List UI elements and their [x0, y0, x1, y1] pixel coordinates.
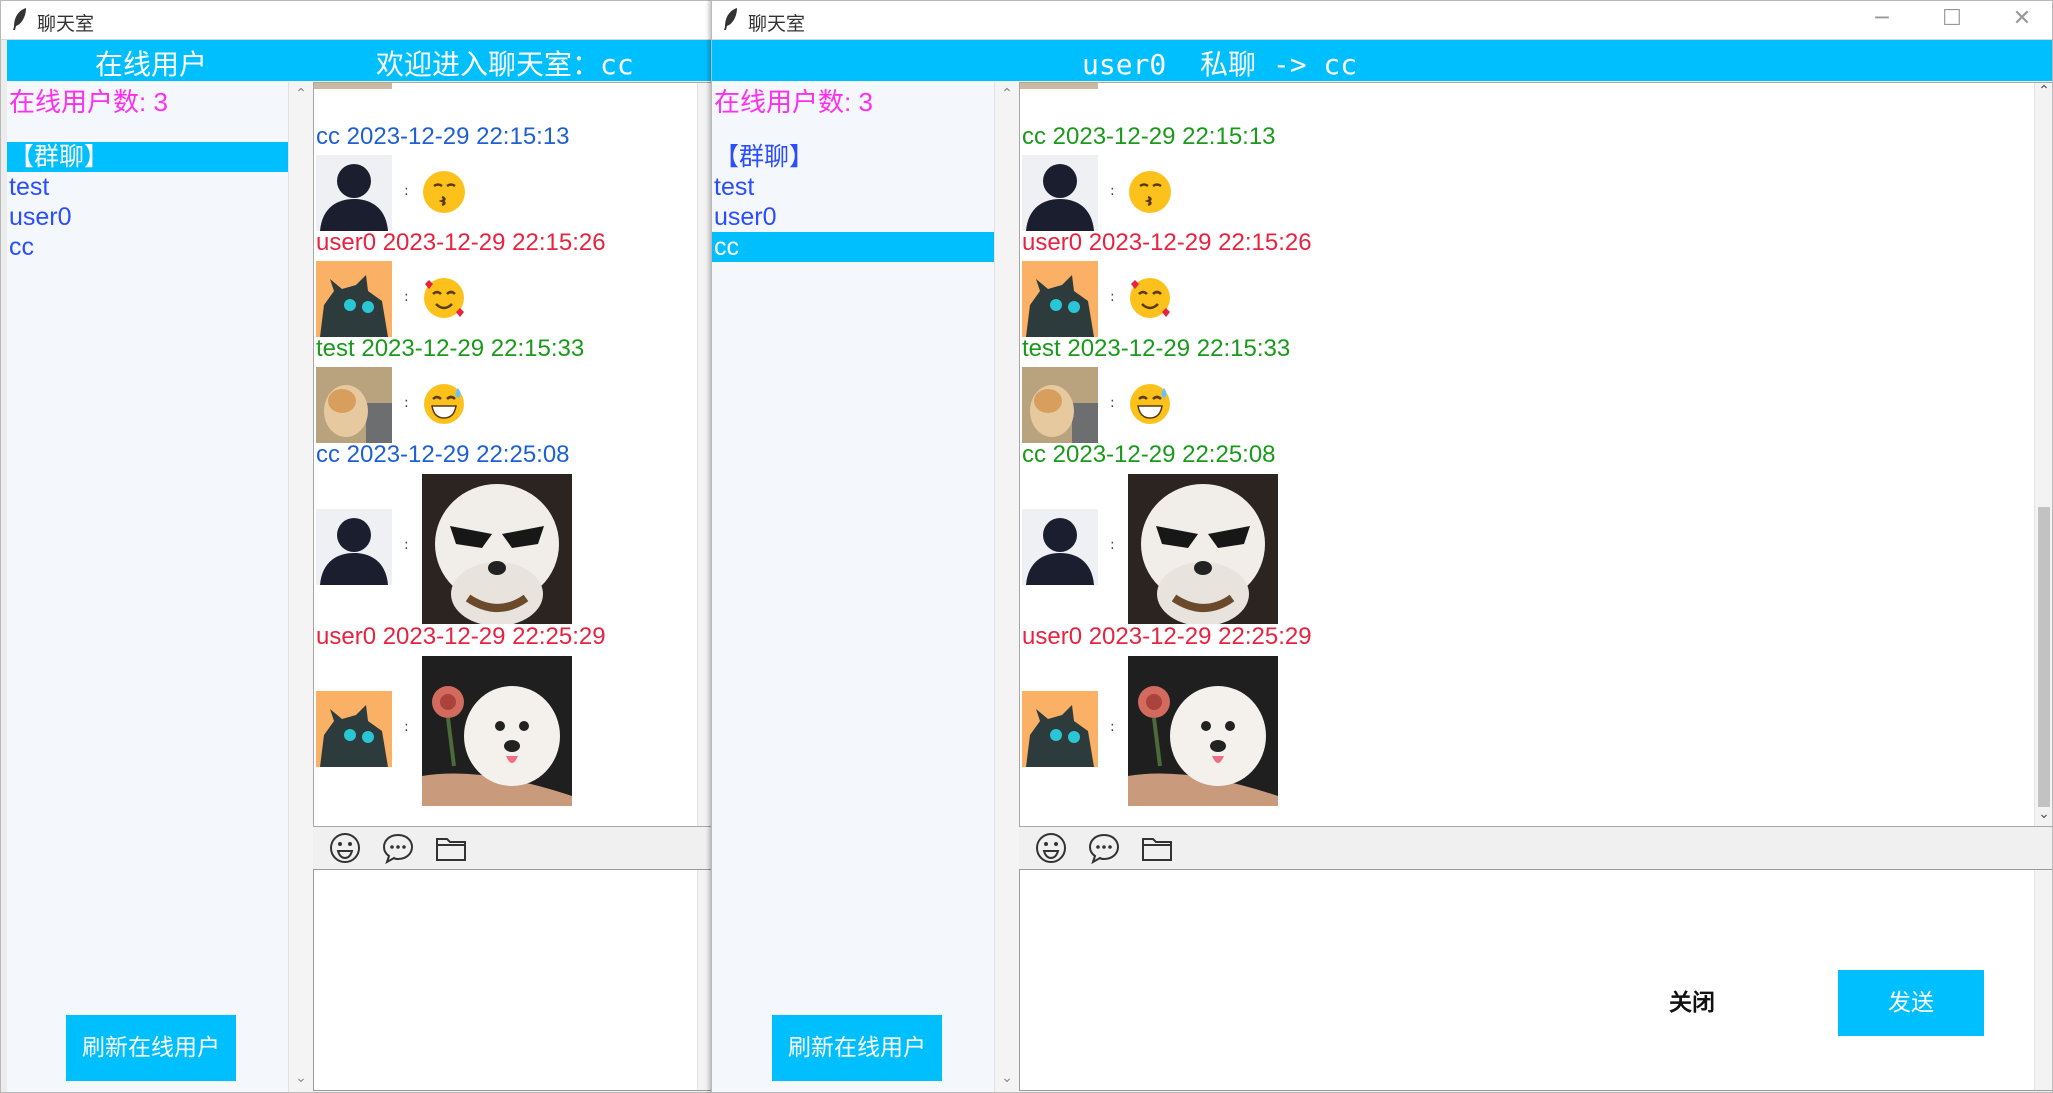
scroll-up-icon[interactable]: ⌃	[2035, 83, 2052, 103]
message-header: cc 2023-12-29 22:15:13	[316, 123, 570, 150]
colon-separator: :	[404, 395, 409, 411]
message-header: cc 2023-12-29 22:25:08	[1022, 441, 1276, 468]
emoji-kiss-icon	[423, 171, 465, 213]
close-window-icon[interactable]: ✕	[1992, 1, 2052, 39]
user-item-group-chat[interactable]: 【群聊】	[7, 142, 289, 172]
folder-icon[interactable]	[432, 829, 470, 867]
message-header: user0 2023-12-29 22:15:26	[316, 229, 606, 256]
user-list-scrollbar[interactable]: ⌃ ⌄	[994, 82, 1019, 1092]
colon-separator: :	[404, 289, 409, 305]
emoji-picker-icon[interactable]	[1032, 829, 1070, 867]
user-item-user0[interactable]: user0	[7, 202, 289, 232]
user-list: 【群聊】 test user0 cc	[7, 142, 289, 262]
chat-bubble-icon[interactable]	[379, 829, 417, 867]
online-users-panel: 在线用户数: 3 【群聊】 test user0 cc 刷新在线用户	[7, 82, 290, 1092]
feather-icon	[13, 8, 26, 30]
message-header: user0 2023-12-29 22:15:26	[1022, 229, 1312, 256]
window-title: 聊天室	[37, 13, 95, 35]
colon-separator: :	[1110, 289, 1115, 305]
avatar-default-icon	[316, 155, 392, 231]
feather-icon	[724, 8, 737, 30]
online-users-heading: 在线用户	[95, 48, 208, 81]
scrollbar-thumb[interactable]	[2038, 507, 2050, 807]
message-header: test 2023-12-29 22:15:33	[1022, 335, 1291, 362]
header-bar: user0 私聊 -> cc	[712, 40, 2052, 81]
title-bar[interactable]: 聊天室	[1, 1, 715, 40]
user-list-scrollbar[interactable]: ⌃ ⌄	[288, 82, 313, 1092]
avatar-default-icon	[316, 509, 392, 585]
partial-avatar	[1020, 83, 1098, 89]
message-header: cc 2023-12-29 22:25:08	[316, 441, 570, 468]
emoji-sweat-icon	[1130, 384, 1170, 424]
private-chat-heading: user0 私聊 -> cc	[1082, 48, 1358, 81]
message-header: cc 2023-12-29 22:15:13	[1022, 123, 1276, 150]
user-item-cc[interactable]: cc	[7, 232, 289, 262]
input-scrollbar[interactable]	[2034, 870, 2052, 1090]
scroll-up-icon[interactable]: ⌃	[995, 86, 1019, 102]
chat-scrollbar[interactable]: ⌃ ⌄	[2034, 83, 2052, 826]
scroll-down-icon[interactable]: ⌄	[995, 1070, 1019, 1086]
message-toolbar	[1019, 828, 2052, 868]
colon-separator: :	[1110, 719, 1115, 735]
chat-window-group: 聊天室 在线用户 欢迎进入聊天室：cc 在线用户数: 3 【群聊】 test u…	[0, 0, 716, 1093]
emoji-kiss-icon	[1129, 171, 1171, 213]
welcome-heading: 欢迎进入聊天室：cc	[376, 48, 634, 81]
dog-rose-photo[interactable]	[422, 656, 572, 806]
user-item-user0[interactable]: user0	[712, 202, 994, 232]
user-list: 【群聊】 test user0 cc	[712, 142, 994, 262]
message-header: user0 2023-12-29 22:25:29	[1022, 623, 1312, 650]
chat-bubble-icon[interactable]	[1085, 829, 1123, 867]
refresh-users-button[interactable]: 刷新在线用户	[66, 1015, 236, 1081]
colon-separator: :	[404, 537, 409, 553]
colon-separator: :	[404, 183, 409, 199]
colon-separator: :	[1110, 537, 1115, 553]
avatar-default-icon	[1022, 155, 1098, 231]
avatar-dragon-icon	[316, 691, 392, 767]
user-item-test[interactable]: test	[7, 172, 289, 202]
avatar-dragon-icon	[316, 261, 392, 337]
avatar-cat-icon	[1022, 367, 1098, 443]
folder-icon[interactable]	[1138, 829, 1176, 867]
message-header: user0 2023-12-29 22:25:29	[316, 623, 606, 650]
avatar-dragon-icon	[1022, 691, 1098, 767]
dog-rose-photo[interactable]	[1128, 656, 1278, 806]
message-input[interactable]	[313, 869, 715, 1091]
online-users-panel: 在线用户数: 3 【群聊】 test user0 cc 刷新在线用户	[712, 82, 995, 1092]
minimize-icon[interactable]: ─	[1852, 1, 1912, 39]
colon-separator: :	[1110, 395, 1115, 411]
avatar-dragon-icon	[1022, 261, 1098, 337]
message-header: test 2023-12-29 22:15:33	[316, 335, 585, 362]
emoji-sweat-icon	[424, 384, 464, 424]
send-button[interactable]: 发送	[1838, 970, 1984, 1036]
emoji-picker-icon[interactable]	[326, 829, 364, 867]
user-item-cc[interactable]: cc	[712, 232, 994, 262]
online-count: 在线用户数: 3	[9, 87, 168, 117]
colon-separator: :	[404, 719, 409, 735]
message-input[interactable]: 关闭 发送	[1019, 869, 2052, 1091]
window-title: 聊天室	[748, 13, 806, 35]
close-button[interactable]: 关闭	[1637, 970, 1747, 1036]
title-bar[interactable]: 聊天室 ─ ☐ ✕	[712, 1, 2052, 40]
chat-history[interactable]: cc 2023-12-29 22:15:13 : user0 2023-12-2…	[1019, 82, 2052, 827]
header-bar: 在线用户 欢迎进入聊天室：cc	[1, 40, 715, 81]
avatar-cat-icon	[316, 367, 392, 443]
dog-sunglasses-photo[interactable]	[1128, 474, 1278, 624]
online-count: 在线用户数: 3	[714, 87, 873, 117]
dog-sunglasses-photo[interactable]	[422, 474, 572, 624]
user-item-test[interactable]: test	[712, 172, 994, 202]
chat-window-private: 聊天室 ─ ☐ ✕ user0 私聊 -> cc 在线用户数: 3 【群聊】 t…	[711, 0, 2053, 1093]
scroll-down-icon[interactable]: ⌄	[289, 1070, 313, 1086]
colon-separator: :	[1110, 183, 1115, 199]
emoji-hearts-icon	[424, 278, 464, 318]
partial-avatar	[314, 83, 392, 89]
maximize-icon[interactable]: ☐	[1922, 1, 1982, 39]
refresh-users-button[interactable]: 刷新在线用户	[772, 1015, 942, 1081]
chat-history[interactable]: cc 2023-12-29 22:15:13 : user0 2023-12-2…	[313, 82, 715, 827]
message-toolbar	[313, 828, 715, 868]
scroll-up-icon[interactable]: ⌃	[289, 86, 313, 102]
user-item-group-chat[interactable]: 【群聊】	[712, 142, 994, 172]
scroll-down-icon[interactable]: ⌄	[2035, 806, 2052, 826]
avatar-default-icon	[1022, 509, 1098, 585]
emoji-hearts-icon	[1130, 278, 1170, 318]
